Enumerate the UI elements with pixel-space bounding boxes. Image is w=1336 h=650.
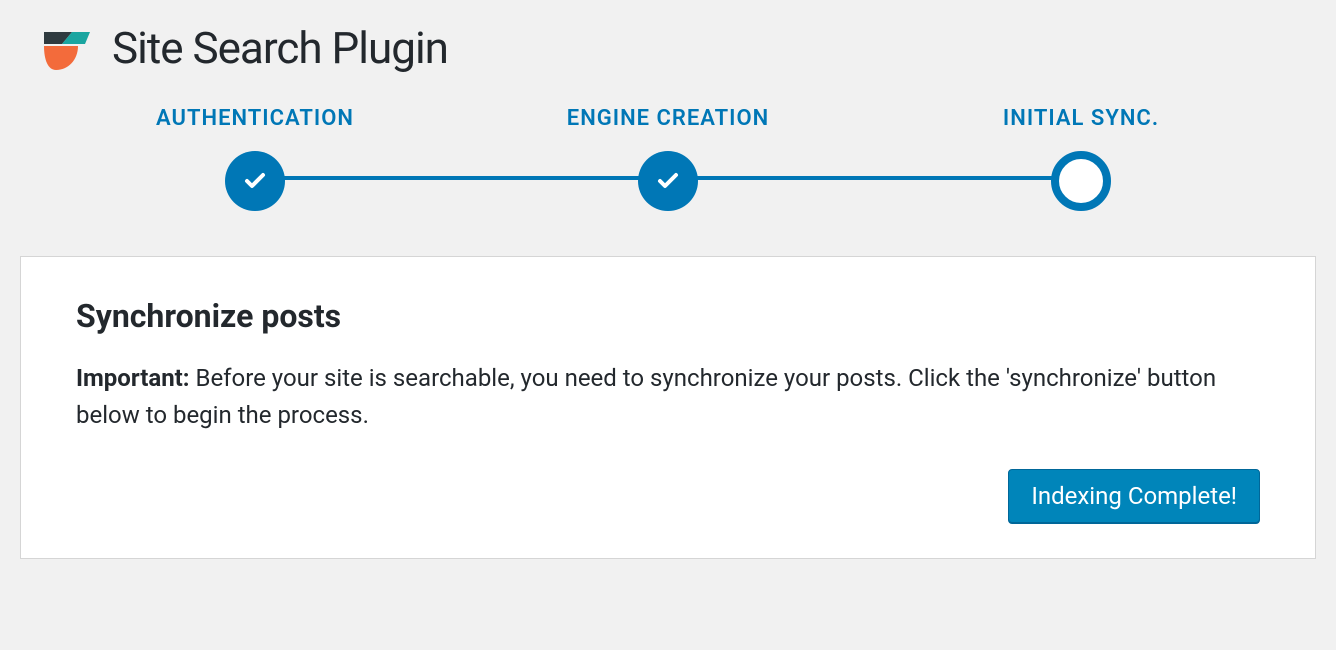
panel-body-text: Before your site is searchable, you need…	[76, 364, 1216, 429]
step-label: INITIAL SYNC.	[906, 106, 1256, 131]
sync-panel: Synchronize posts Important: Before your…	[20, 256, 1316, 559]
step-indicator-done	[638, 151, 698, 211]
step-label: ENGINE CREATION	[493, 106, 843, 131]
check-icon	[656, 169, 680, 193]
check-icon	[243, 169, 267, 193]
step-label: AUTHENTICATION	[80, 106, 430, 131]
page-title: Site Search Plugin	[112, 22, 448, 74]
panel-heading: Synchronize posts	[76, 297, 1260, 335]
step-indicator-current	[1051, 151, 1111, 211]
page-header: Site Search Plugin	[38, 20, 1316, 76]
progress-stepper: AUTHENTICATION ENGINE CREATION INITI	[80, 106, 1256, 226]
panel-description: Important: Before your site is searchabl…	[76, 360, 1260, 434]
step-engine-creation: ENGINE CREATION	[493, 106, 843, 211]
step-authentication: AUTHENTICATION	[80, 106, 430, 211]
indexing-complete-button[interactable]: Indexing Complete!	[1008, 469, 1260, 523]
step-indicator-done	[225, 151, 285, 211]
important-label: Important:	[76, 364, 190, 392]
step-initial-sync: INITIAL SYNC.	[906, 106, 1256, 211]
plugin-logo-icon	[38, 20, 94, 76]
